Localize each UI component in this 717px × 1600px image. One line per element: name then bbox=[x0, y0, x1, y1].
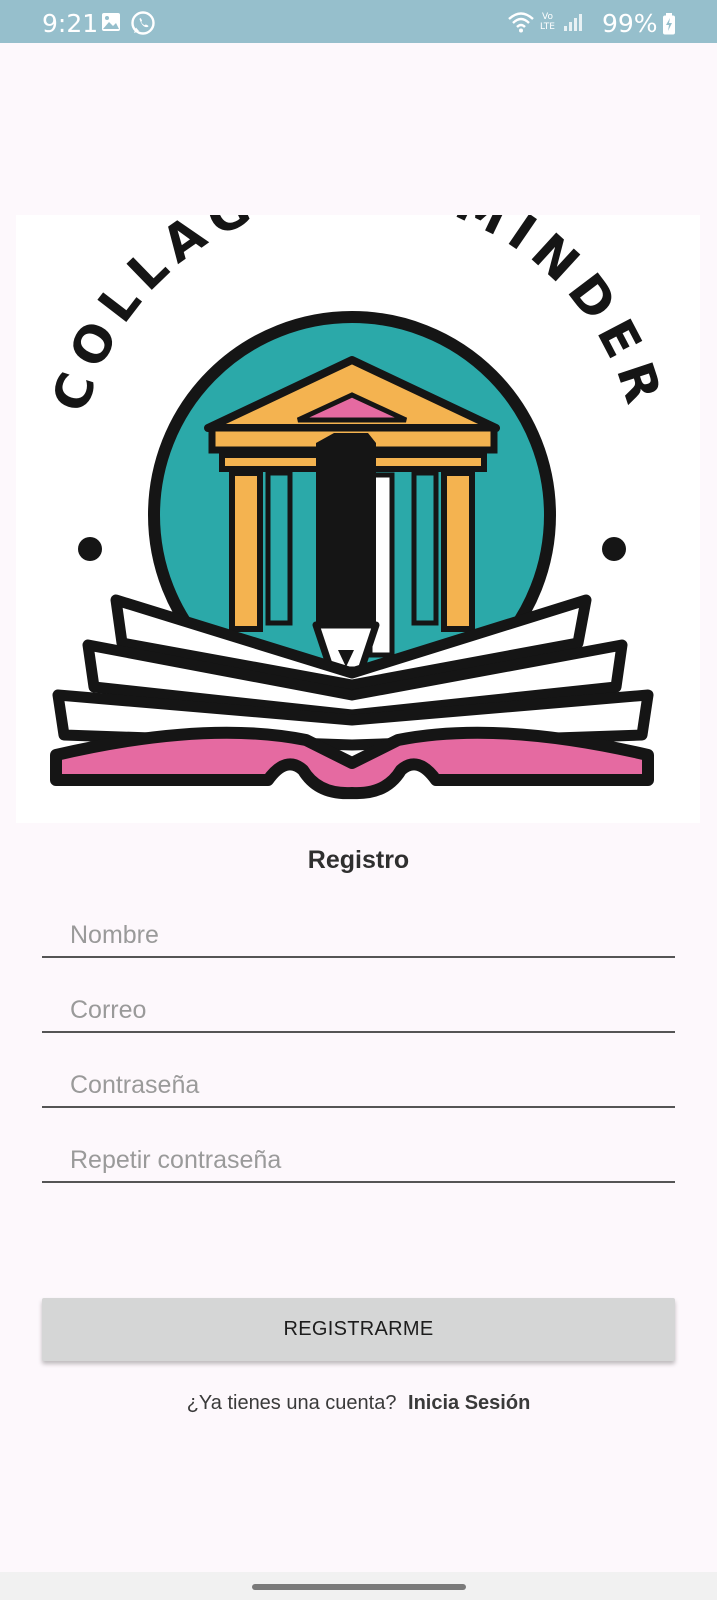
email-input[interactable] bbox=[42, 989, 675, 1031]
name-field bbox=[42, 914, 675, 958]
navigation-bar bbox=[0, 1572, 717, 1600]
password-field bbox=[42, 1064, 675, 1108]
repeat-password-input[interactable] bbox=[42, 1139, 675, 1181]
login-link[interactable]: Inicia Sesión bbox=[408, 1392, 530, 1414]
battery-percentage: 99% bbox=[602, 9, 658, 38]
volte-top-label: Vo bbox=[542, 12, 553, 22]
name-input[interactable] bbox=[42, 914, 675, 956]
app-logo: COLLAGE—REMINDER bbox=[16, 153, 700, 823]
volte-icon: Vo LTE bbox=[540, 12, 555, 32]
password-input[interactable] bbox=[42, 1064, 675, 1106]
login-prompt-row: ¿Ya tienes una cuenta? Inicia Sesión bbox=[0, 1392, 717, 1415]
login-prompt-text: ¿Ya tienes una cuenta? bbox=[186, 1392, 397, 1414]
signal-icon bbox=[563, 12, 583, 37]
home-gesture-handle[interactable] bbox=[252, 1584, 466, 1590]
volte-bottom-label: LTE bbox=[540, 22, 555, 32]
gallery-icon bbox=[101, 12, 121, 37]
status-time: 9:21 bbox=[42, 9, 99, 38]
register-button[interactable]: REGISTRARME bbox=[42, 1298, 675, 1361]
whatsapp-icon bbox=[130, 10, 156, 41]
battery-charging-icon bbox=[662, 13, 676, 40]
page-title: Registro bbox=[307, 846, 410, 874]
status-bar: 9:21 Vo LTE 99% bbox=[0, 0, 717, 43]
wifi-icon bbox=[507, 11, 535, 38]
email-field bbox=[42, 989, 675, 1033]
repeat-password-field bbox=[42, 1139, 675, 1183]
